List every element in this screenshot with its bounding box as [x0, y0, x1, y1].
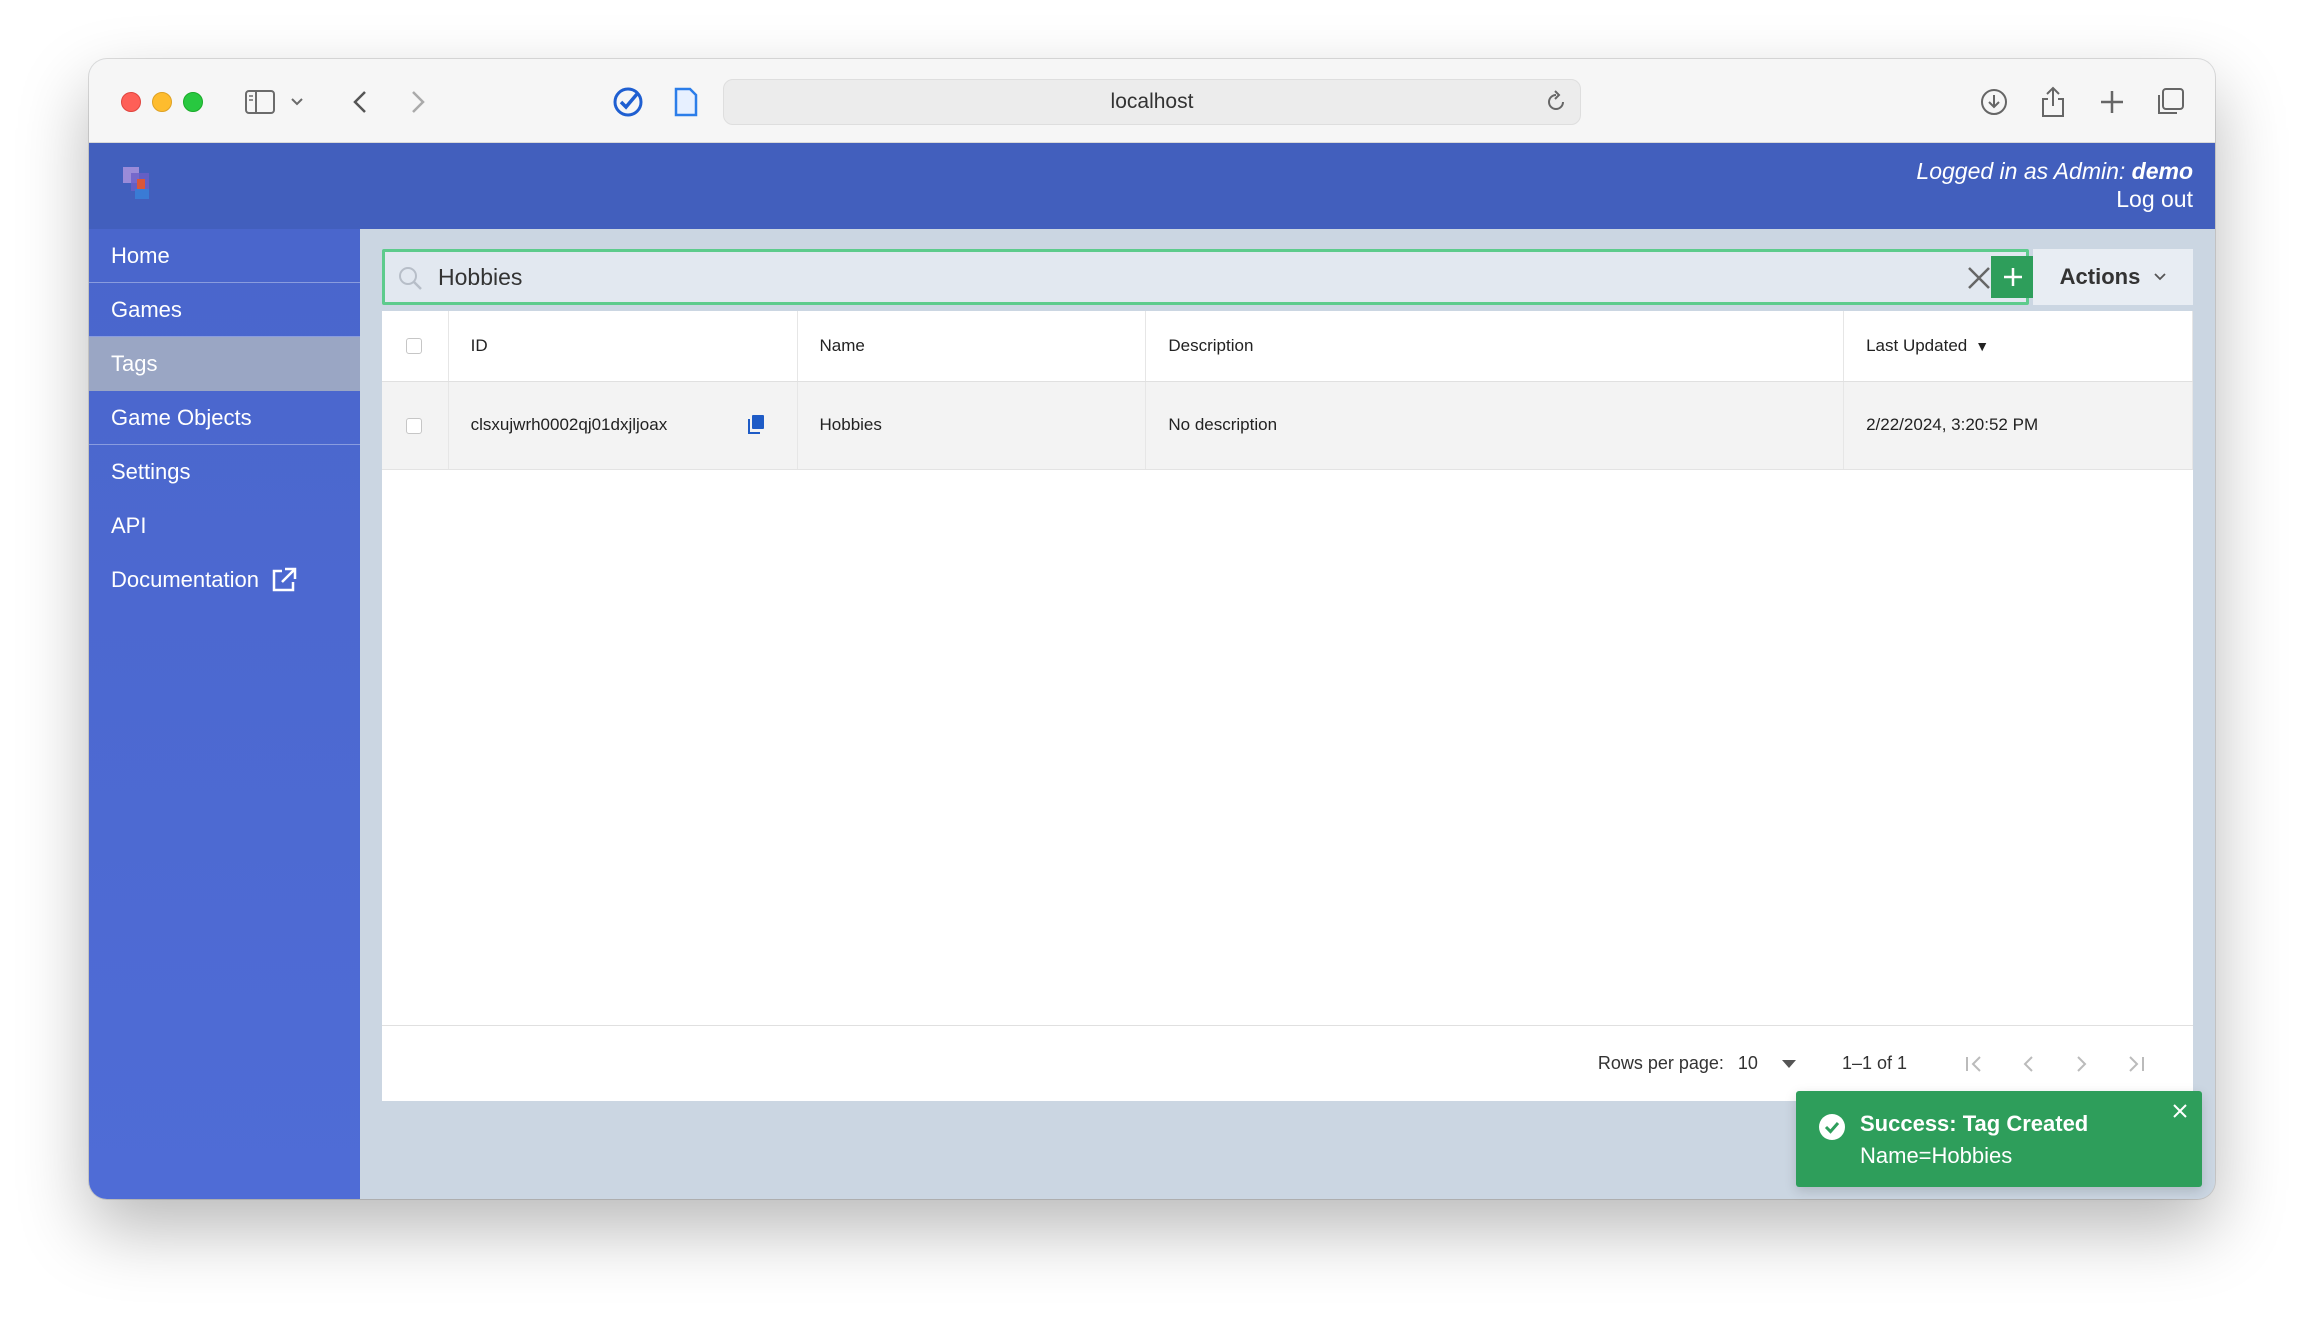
- column-header-name[interactable]: Name: [797, 311, 1147, 382]
- search-box[interactable]: [382, 249, 2035, 305]
- table-pagination: Rows per page: 10 1–1 of 1: [382, 1025, 2193, 1101]
- minimize-window-button[interactable]: [152, 92, 172, 112]
- sidebar-item-tags[interactable]: Tags: [89, 337, 360, 391]
- sidebar-toggle-icon[interactable]: [243, 85, 277, 119]
- dropdown-arrow-icon: [1781, 1059, 1796, 1068]
- zoom-window-button[interactable]: [183, 92, 203, 112]
- copy-icon[interactable]: [747, 414, 765, 439]
- actions-dropdown-button[interactable]: Actions: [2033, 249, 2193, 305]
- success-toast: Success: Tag Created Name=Hobbies: [1796, 1091, 2202, 1187]
- next-page-icon[interactable]: [2055, 1055, 2109, 1073]
- tag-last-updated: 2/22/2024, 3:20:52 PM: [1843, 381, 2193, 470]
- sidebar-item-label: Documentation: [111, 567, 259, 592]
- column-header-id[interactable]: ID: [448, 311, 798, 382]
- document-extension-icon[interactable]: [669, 85, 703, 119]
- back-icon[interactable]: [343, 85, 377, 119]
- column-header-description[interactable]: Description: [1145, 311, 1845, 382]
- close-icon[interactable]: [2172, 1103, 2188, 1124]
- rows-per-page-select[interactable]: 10: [1738, 1053, 1796, 1074]
- select-all-cell: [382, 311, 449, 382]
- select-all-checkbox[interactable]: [406, 338, 422, 355]
- tag-description: No description: [1145, 381, 1845, 470]
- new-tab-icon[interactable]: [2095, 85, 2129, 119]
- share-icon[interactable]: [2036, 85, 2070, 119]
- previous-page-icon[interactable]: [2001, 1055, 2055, 1073]
- logout-link[interactable]: Log out: [1916, 185, 2193, 213]
- sidebar-item-api[interactable]: API: [89, 499, 360, 553]
- actions-label: Actions: [2059, 264, 2141, 289]
- reload-icon[interactable]: [1544, 90, 1568, 120]
- download-icon[interactable]: [1977, 85, 2011, 119]
- tag-id: clsxujwrh0002qj01dxjljoax: [470, 415, 668, 434]
- sidebar: Home Games Tags Game Objects Settings AP…: [89, 229, 360, 1199]
- id-cell: clsxujwrh0002qj01dxjljoax: [448, 381, 798, 470]
- tags-table-card: ID Name Description Last Updated ▼ clsxuj…: [382, 311, 2193, 1101]
- sidebar-item-games[interactable]: Games: [89, 283, 360, 337]
- toast-title: Success: Tag Created: [1860, 1111, 2089, 1136]
- sort-descending-icon[interactable]: ▼: [1975, 338, 1989, 354]
- admin-info: Logged in as Admin: demo Log out: [1916, 157, 2193, 213]
- row-checkbox[interactable]: [406, 417, 422, 434]
- pagination-range: 1–1 of 1: [1841, 1053, 1907, 1073]
- close-window-button[interactable]: [121, 92, 141, 112]
- main-content: Actions ID Name Descript: [360, 229, 2215, 1199]
- search-row: Actions: [382, 249, 2193, 305]
- add-tag-button[interactable]: [1991, 256, 2035, 298]
- column-header-label: Last Updated: [1866, 335, 1968, 355]
- chevron-down-icon: [2154, 273, 2166, 281]
- check-circle-icon: [1818, 1113, 1846, 1146]
- tag-name: Hobbies: [797, 381, 1147, 470]
- tags-table: ID Name Description Last Updated ▼ clsxuj…: [382, 311, 2193, 470]
- forward-icon[interactable]: [401, 85, 435, 119]
- table-row[interactable]: clsxujwrh0002qj01dxjljoax Hobbies No des…: [382, 381, 2193, 470]
- browser-toolbar: localhost: [89, 59, 2215, 143]
- table-header-row: ID Name Description Last Updated ▼: [382, 311, 2193, 382]
- checkmark-extension-icon[interactable]: [611, 85, 645, 119]
- sidebar-item-home[interactable]: Home: [89, 229, 360, 283]
- toast-message: Name=Hobbies: [1860, 1143, 2013, 1168]
- plus-icon: [2004, 268, 2022, 286]
- username: demo: [2131, 158, 2193, 184]
- chevron-down-icon[interactable]: [287, 85, 307, 119]
- browser-window: localhost Logged in as Admin: demo Log o…: [89, 59, 2215, 1199]
- url-text: localhost: [1110, 90, 1194, 113]
- row-select-cell: [382, 381, 449, 470]
- tab-overview-icon[interactable]: [2153, 85, 2187, 119]
- logged-in-label: Logged in as Admin: demo: [1916, 157, 2193, 185]
- last-page-icon[interactable]: [2109, 1055, 2163, 1073]
- external-link-icon: [272, 567, 297, 592]
- app-logo-icon[interactable]: [121, 165, 161, 205]
- first-page-icon[interactable]: [1947, 1055, 2001, 1073]
- sidebar-item-documentation[interactable]: Documentation: [89, 553, 360, 607]
- clear-search-icon[interactable]: [1965, 264, 1993, 292]
- rows-per-page-value: 10: [1737, 1053, 1758, 1073]
- sidebar-item-settings[interactable]: Settings: [89, 445, 360, 499]
- sidebar-item-game-objects[interactable]: Game Objects: [89, 391, 360, 445]
- search-input[interactable]: [438, 260, 1888, 294]
- search-icon: [397, 265, 423, 296]
- rows-per-page-label: Rows per page:: [1597, 1053, 1724, 1073]
- pager-controls: [1947, 1055, 2163, 1073]
- app-header: Logged in as Admin: demo Log out: [89, 143, 2215, 229]
- column-header-last-updated[interactable]: Last Updated ▼: [1843, 311, 2193, 382]
- logged-in-prefix: Logged in as Admin:: [1916, 158, 2126, 184]
- address-bar[interactable]: localhost: [723, 79, 1581, 125]
